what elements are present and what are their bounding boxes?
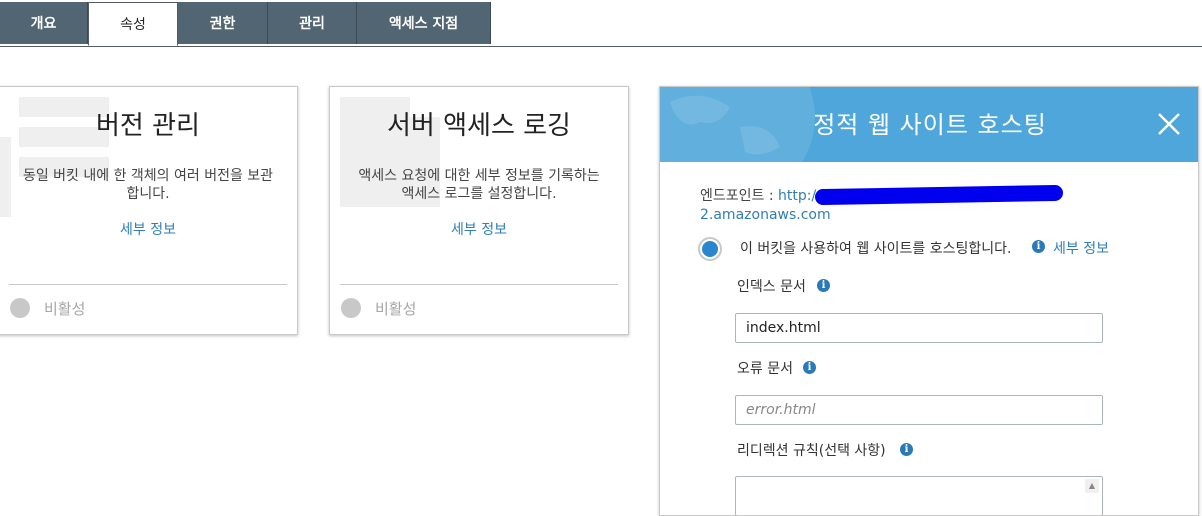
- more-info-link[interactable]: 세부 정보: [0, 219, 297, 239]
- tab-label: 속성: [120, 17, 146, 33]
- more-info-link[interactable]: 세부 정보: [1053, 238, 1109, 258]
- info-icon[interactable]: i: [900, 443, 913, 456]
- tab-label: 권한: [209, 16, 236, 32]
- card-description: 동일 버킷 내에 한 객체의 여러 버전을 보관합니다.: [22, 168, 274, 202]
- endpoint-label: 엔드포인트 :: [700, 188, 779, 204]
- tab-properties[interactable]: 속성: [88, 2, 178, 46]
- panel-header: 정적 웹 사이트 호스팅: [660, 87, 1198, 162]
- info-icon[interactable]: i: [1032, 240, 1045, 253]
- info-icon[interactable]: i: [817, 279, 830, 292]
- index-document-label: 인덱스 문서: [737, 279, 806, 295]
- redirect-rules-textarea[interactable]: [735, 476, 1103, 515]
- error-document-label: 오류 문서: [737, 361, 793, 377]
- versioning-card[interactable]: 버전 관리 동일 버킷 내에 한 객체의 여러 버전을 보관합니다. 세부 정보…: [0, 86, 298, 335]
- endpoint: 엔드포인트 : http:// 2.amazonaws.com: [700, 187, 831, 225]
- host-website-radio[interactable]: [698, 237, 722, 261]
- panel-title: 정적 웹 사이트 호스팅: [813, 111, 1047, 139]
- more-info-link[interactable]: 세부 정보: [330, 219, 628, 239]
- card-title: 버전 관리: [96, 111, 200, 141]
- static-website-hosting-panel: 정적 웹 사이트 호스팅 엔드포인트 : http:// 2.amazonaws…: [659, 86, 1199, 516]
- card-description: 액세스 요청에 대한 세부 정보를 기록하는 액세스 로그를 설정합니다.: [358, 168, 600, 202]
- tab-access-points[interactable]: 액세스 지점: [357, 2, 491, 44]
- tab-label: 관리: [299, 16, 325, 32]
- divider: [340, 284, 618, 285]
- tab-label: 개요: [30, 16, 57, 32]
- tab-label: 액세스 지점: [388, 16, 459, 32]
- tab-permissions[interactable]: 권한: [178, 2, 268, 44]
- card-title: 서버 액세스 로깅: [387, 111, 571, 141]
- server-access-logging-card[interactable]: 서버 액세스 로깅 액세스 요청에 대한 세부 정보를 기록하는 액세스 로그를…: [329, 86, 629, 335]
- divider: [9, 284, 287, 285]
- tab-overview[interactable]: 개요: [0, 2, 88, 44]
- info-icon[interactable]: i: [803, 361, 816, 374]
- host-option-label: 이 버킷을 사용하여 웹 사이트를 호스팅합니다.: [740, 241, 1012, 257]
- close-icon[interactable]: [1156, 111, 1182, 137]
- status-radio[interactable]: [10, 298, 30, 318]
- status-label: 비활성: [44, 300, 86, 318]
- status-radio[interactable]: [341, 298, 361, 318]
- redirect-rules-label: 리디렉션 규칙(선택 사항): [737, 443, 886, 459]
- error-document-input[interactable]: [735, 395, 1103, 425]
- redaction-mark: [814, 184, 1064, 206]
- endpoint-link-end[interactable]: 2.amazonaws.com: [700, 207, 831, 223]
- status-label: 비활성: [375, 300, 417, 318]
- tab-bar: 개요 속성 권한 관리 액세스 지점: [0, 0, 1202, 47]
- tab-management[interactable]: 관리: [268, 2, 357, 44]
- index-document-input[interactable]: [735, 313, 1103, 343]
- radio-selected-dot: [702, 241, 718, 257]
- scroll-up-arrow-icon[interactable]: ▲: [1085, 479, 1099, 493]
